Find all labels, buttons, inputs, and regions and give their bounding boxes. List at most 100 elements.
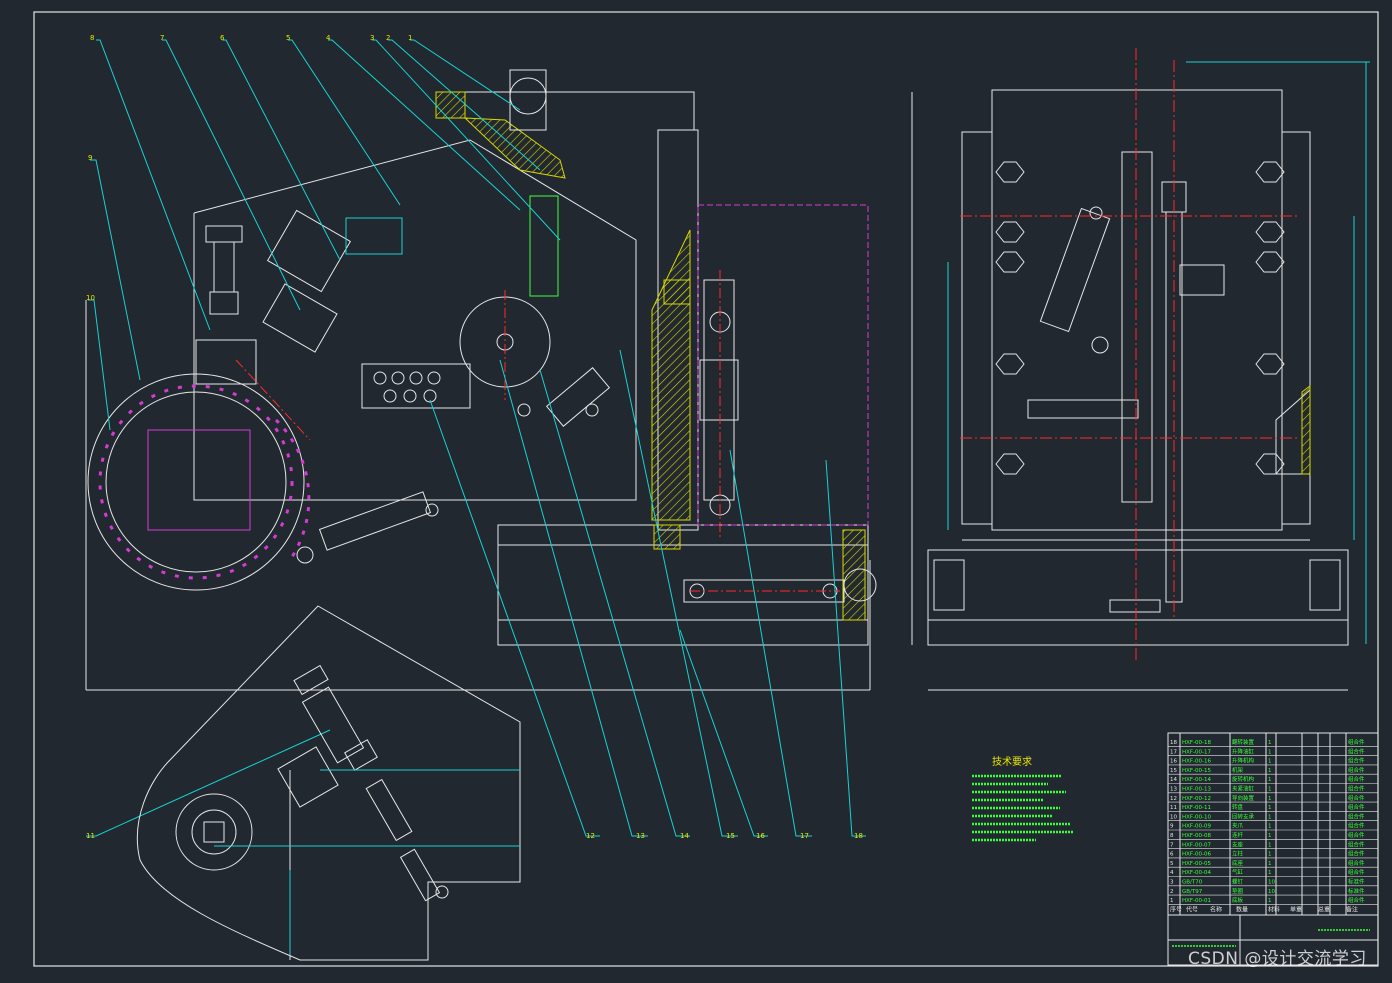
bom-cell-note: 组合件 — [1348, 859, 1365, 867]
envelope-box — [697, 204, 869, 526]
balloon-label: 5 — [286, 34, 290, 42]
balloon-label: 15 — [726, 832, 735, 840]
bom-cell-no: 5 — [1170, 861, 1174, 867]
bom-cell-code: HXF-00-17 — [1182, 749, 1212, 755]
bom-cell-name: 气缸 — [1232, 868, 1244, 876]
bom-cell-qty: 1 — [1268, 842, 1272, 848]
bom-cell-qty: 10 — [1268, 889, 1275, 895]
bom-cell-code: HXF-00-14 — [1182, 777, 1212, 783]
bom-cell-no: 9 — [1170, 824, 1174, 830]
bom-cell-qty: 1 — [1268, 759, 1272, 765]
bom-cell-qty: 1 — [1268, 870, 1272, 876]
tech-requirements-title: 技术要求 — [992, 755, 1032, 768]
bom-header-cell: 代号 — [1186, 905, 1198, 913]
bom-header-cell: 序号 — [1170, 905, 1182, 913]
bom-cell-qty: 1 — [1268, 824, 1272, 830]
bom-cell-name: 旋转机构 — [1232, 775, 1255, 783]
bom-cell-name: 底座 — [1232, 859, 1244, 867]
bom-cell-qty: 1 — [1268, 833, 1272, 839]
side-view-dimensions — [947, 61, 1370, 644]
bom-cell-name: 螺钉 — [1232, 878, 1244, 886]
bom-cell-code: HXF-00-09 — [1182, 824, 1212, 830]
bom-cell-name: 回转支承 — [1232, 812, 1255, 820]
bom-cell-no: 16 — [1170, 759, 1177, 765]
bom-cell-note: 组合件 — [1348, 747, 1365, 755]
balloon-label: 10 — [86, 294, 95, 302]
balloon-label: 1 — [408, 34, 412, 42]
bom-header-cell: 备注 — [1346, 905, 1358, 913]
bom-header-cell: 名称 — [1210, 905, 1222, 913]
bom-cell-code: HXF-00-06 — [1182, 852, 1212, 858]
bom-cell-code: HXF-00-13 — [1182, 787, 1212, 793]
bom-header-cell: 材料 — [1268, 905, 1280, 913]
bom-cell-name: 升降机构 — [1232, 757, 1255, 765]
watermark: CSDN @设计交流学习 — [1188, 949, 1367, 969]
bom-cell-name: 翻转装置 — [1232, 738, 1255, 746]
bom-cell-note: 组合件 — [1348, 831, 1365, 839]
bom-cell-name: 夹紧油缸 — [1232, 785, 1255, 793]
bom-cell-name: 导向装置 — [1232, 794, 1255, 802]
bom-cell-code: HXF-00-18 — [1182, 740, 1212, 746]
bom-cell-no: 8 — [1170, 833, 1174, 839]
bom-cell-code: GB/T97 — [1182, 889, 1203, 895]
bom-cell-no: 15 — [1170, 768, 1177, 774]
bom-cell-no: 4 — [1170, 870, 1174, 876]
bom-cell-no: 14 — [1170, 777, 1177, 783]
balloon-label: 6 — [220, 34, 225, 42]
bom-cell-qty: 1 — [1268, 740, 1272, 746]
bom-cell-name: 连杆 — [1232, 831, 1244, 839]
balloon-label: 13 — [636, 832, 645, 840]
bom-cell-code: HXF-00-05 — [1182, 861, 1212, 867]
balloon-label: 7 — [160, 34, 164, 42]
bom-cell-note: 组合件 — [1348, 812, 1365, 820]
balloon-label: 16 — [756, 832, 765, 840]
bom-cell-name: 转盘 — [1232, 803, 1244, 811]
bom-cell-qty: 10 — [1268, 880, 1275, 886]
bom-cell-no: 11 — [1170, 805, 1177, 811]
balloon-label: 2 — [386, 34, 390, 42]
bom-cell-no: 18 — [1170, 740, 1177, 746]
top-view — [136, 605, 521, 961]
bom-cell-note: 组合件 — [1348, 850, 1365, 858]
bom-cell-note: 标准件 — [1348, 878, 1365, 886]
balloon-label: 12 — [586, 832, 595, 840]
bom-header-cell: 数量 — [1236, 905, 1248, 913]
bom-cell-code: HXF-00-12 — [1182, 796, 1211, 802]
bom-cell-no: 2 — [1170, 889, 1174, 895]
bom-cell-qty: 1 — [1268, 796, 1272, 802]
bom-cell-code: HXF-00-07 — [1182, 842, 1212, 848]
drawing-canvas: 8 7 6 5 4 3 2 1 9 10 11 12 13 14 15 16 1… — [33, 11, 1379, 967]
balloon-label: 8 — [90, 34, 94, 42]
bom-cell-name: 底板 — [1232, 896, 1244, 904]
bom-cell-qty: 1 — [1268, 787, 1272, 793]
bom-cell-note: 组合件 — [1348, 868, 1365, 876]
cad-drawing: 8 7 6 5 4 3 2 1 9 10 11 12 13 14 15 16 1… — [0, 0, 1392, 979]
side-view — [911, 89, 1349, 691]
balloon-label: 17 — [800, 832, 809, 840]
bom-cell-note: 标准件 — [1348, 887, 1365, 895]
balloon-label: 14 — [680, 832, 689, 840]
balloon-label: 18 — [854, 832, 863, 840]
bom-cell-no: 10 — [1170, 814, 1177, 820]
balloon-labels: 8 7 6 5 4 3 2 1 9 10 11 12 13 14 15 16 1… — [86, 34, 863, 840]
bom-cell-code: HXF-00-16 — [1182, 759, 1212, 765]
bom-cell-name: 升降油缸 — [1232, 747, 1255, 755]
bom-cell-name: 机架 — [1232, 766, 1244, 774]
bom-cell-no: 13 — [1170, 787, 1177, 793]
front-view-centerlines — [235, 270, 840, 592]
bom-cell-qty: 1 — [1268, 749, 1272, 755]
bom-cell-qty: 1 — [1268, 805, 1272, 811]
bom-cell-qty: 1 — [1268, 814, 1272, 820]
bom-cell-name: 立柱 — [1232, 850, 1244, 858]
bom-cell-name: 夹爪 — [1232, 822, 1244, 830]
side-view-bolts — [995, 161, 1285, 475]
bom-cell-no: 17 — [1170, 749, 1177, 755]
bom-cell-note: 组合件 — [1348, 840, 1365, 848]
side-hatch — [1301, 385, 1311, 475]
front-view-holes — [345, 195, 559, 297]
bom-cell-code: HXF-00-10 — [1182, 814, 1212, 820]
bom-cell-no: 1 — [1170, 898, 1174, 904]
bom-cell-no: 3 — [1170, 880, 1174, 886]
tech-requirements-lines — [972, 774, 1074, 842]
bom-cell-code: HXF-00-11 — [1182, 805, 1211, 811]
